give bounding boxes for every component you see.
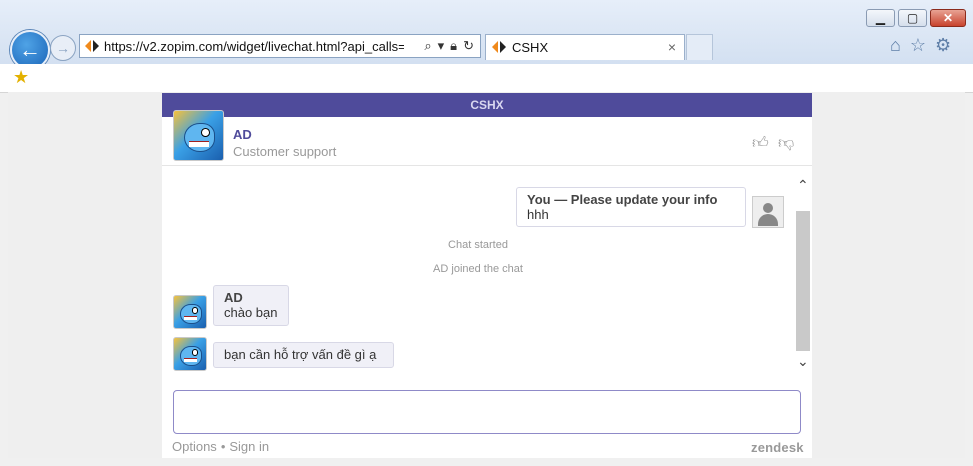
dropdown-icon[interactable]: ▾ — [438, 38, 445, 54]
maximize-button[interactable]: ▢ — [898, 9, 927, 27]
agent-avatar — [173, 110, 224, 161]
shark-icon — [183, 123, 216, 153]
browser-toolbar-icons: ⌂ ☆ ⚙ — [890, 35, 951, 56]
user-silhouette-icon — [763, 203, 773, 213]
forward-arrow-icon: → — [56, 40, 70, 56]
address-bar[interactable]: https://v2.zopim.com/widget/livechat.htm… — [79, 34, 481, 58]
search-icon[interactable]: ⌕ — [424, 38, 431, 54]
agent-message: AD chào bạn — [213, 285, 289, 326]
message-text: hhh — [527, 207, 549, 222]
scroll-up-icon[interactable]: ⌃ — [797, 177, 809, 194]
message-sender: AD — [224, 290, 243, 305]
shark-eye — [191, 349, 199, 356]
chat-widget: CSHX AD Customer support 👍︎ 👎︎ ⌃ ⌄ You —… — [162, 93, 812, 458]
back-arrow-icon: ← — [19, 37, 41, 62]
scroll-thumb[interactable] — [796, 211, 810, 351]
zendesk-brand-link[interactable]: zendesk — [751, 440, 804, 455]
refresh-icon[interactable]: ↻ — [463, 38, 474, 54]
forward-button[interactable]: → — [50, 35, 76, 61]
favorites-star-icon[interactable]: ☆ — [910, 35, 926, 56]
new-tab-button[interactable] — [686, 34, 713, 60]
user-silhouette-body — [758, 214, 778, 226]
sign-in-link[interactable]: Sign in — [229, 439, 269, 454]
lock-icon[interactable]: 🔒︎ — [450, 38, 457, 54]
address-url: https://v2.zopim.com/widget/livechat.htm… — [104, 39, 404, 54]
system-message: Chat started — [448, 239, 508, 251]
zopim-favicon-icon — [85, 40, 99, 52]
message-text: bạn cần hỗ trợ vấn đề gì ạ — [224, 347, 377, 362]
visitor-message: You — Please update your info hhh — [516, 187, 746, 227]
options-link[interactable]: Options — [172, 439, 217, 454]
chat-scrollbar[interactable]: ⌃ ⌄ — [794, 177, 812, 371]
agent-name: AD — [233, 127, 252, 142]
visitor-avatar — [752, 196, 784, 228]
shark-icon — [180, 346, 202, 366]
minimize-icon: ▁ — [875, 11, 886, 25]
agent-message-avatar — [173, 295, 207, 329]
tab-cshx[interactable]: CSHX × — [485, 34, 685, 60]
add-favorite-icon[interactable]: ★ — [13, 67, 29, 88]
url-scheme: https:// — [104, 39, 144, 54]
scroll-down-icon[interactable]: ⌄ — [797, 353, 809, 370]
agent-role: Customer support — [233, 144, 337, 159]
agent-bar: AD Customer support 👍︎ 👎︎ — [162, 110, 812, 166]
shark-teeth — [188, 141, 210, 148]
settings-gear-icon[interactable]: ⚙ — [935, 35, 951, 56]
maximize-icon: ▢ — [906, 11, 919, 25]
shark-eye — [200, 128, 210, 137]
favorites-bar: ★ — [0, 64, 973, 93]
url-host: v2.zopim.com — [143, 39, 224, 54]
footer-separator: • — [220, 439, 226, 454]
home-icon[interactable]: ⌂ — [890, 35, 901, 56]
agent-message-avatar — [173, 337, 207, 371]
chat-message-input[interactable] — [173, 390, 801, 434]
widget-header-title: CSHX — [162, 93, 812, 117]
tab-title: CSHX — [512, 40, 549, 55]
shark-teeth — [183, 315, 198, 321]
widget-footer: Options • Sign in — [172, 439, 269, 454]
shark-teeth — [183, 357, 198, 363]
url-path: /widget/livechat.html?api_calls= — [223, 39, 404, 54]
tab-close-button[interactable]: × — [668, 39, 676, 55]
message-text: chào bạn — [224, 305, 278, 320]
minimize-button[interactable]: ▁ — [866, 9, 895, 27]
address-tools: ⌕ ▾ 🔒︎ ↻ — [424, 38, 474, 54]
browser-chrome: ▁ ▢ ✕ ← → https://v2.zopim.com/widget/li… — [0, 0, 973, 93]
thumbs-up-icon[interactable]: 👍︎ — [752, 134, 769, 153]
agent-message: bạn cần hỗ trợ vấn đề gì ạ — [213, 342, 394, 368]
message-sender: You — Please update your info — [527, 192, 718, 207]
close-icon: ✕ — [942, 11, 954, 25]
zopim-favicon-icon — [492, 41, 506, 53]
shark-icon — [180, 304, 202, 324]
thumbs-down-icon[interactable]: 👎︎ — [778, 134, 794, 153]
system-message: AD joined the chat — [433, 263, 523, 275]
close-window-button[interactable]: ✕ — [930, 9, 966, 27]
shark-eye — [191, 307, 199, 314]
